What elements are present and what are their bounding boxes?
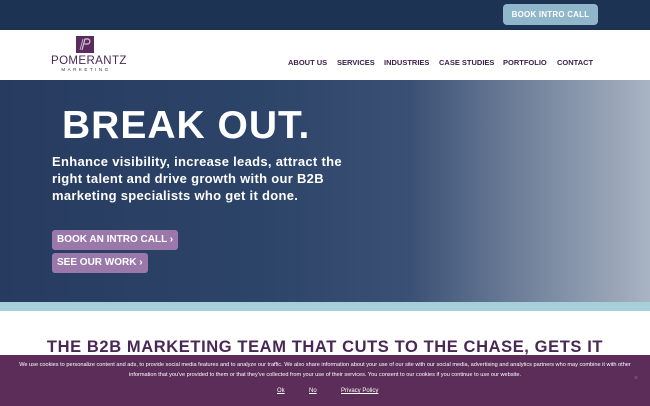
logo-tagline: MARKETING — [61, 67, 111, 72]
section-heading: THE B2B MARKETING TEAM THAT CUTS TO THE … — [46, 338, 604, 356]
chevron-right-icon: › — [169, 234, 174, 245]
book-intro-call-button[interactable]: BOOK INTRO CALL — [503, 4, 598, 25]
nav-item-industries[interactable]: INDUSTRIES — [384, 57, 429, 69]
book-an-intro-call-button[interactable]: BOOK AN INTRO CALL › — [52, 230, 179, 250]
hero-section: BREAK OUT. Enhance visibility, increase … — [0, 80, 650, 302]
cookie-notice-text: We use cookies to personalize content an… — [19, 362, 631, 378]
see-our-work-button[interactable]: SEE OUR WORK › — [52, 253, 148, 273]
chevron-right-icon: › — [139, 257, 143, 268]
nav-item-case-studies[interactable]: CASE STUDIES — [439, 57, 494, 69]
pomerantz-p-logo-icon — [76, 36, 94, 53]
site-header: POMERANTZ MARKETING ABOUT US SERVICES IN… — [0, 30, 650, 80]
hero-title: BREAK OUT. — [62, 104, 311, 147]
top-bar: BOOK INTRO CALL — [0, 0, 650, 30]
nav-item-about-us[interactable]: ABOUT US — [288, 57, 327, 69]
logo-name: POMERANTZ — [51, 55, 127, 67]
cookie-banner: We use cookies to personalize content an… — [0, 355, 650, 406]
button-label: SEE OUR WORK — [57, 257, 137, 268]
divider-band — [0, 302, 650, 311]
cookie-ok-button[interactable]: Ok — [277, 386, 285, 396]
cookie-no-button[interactable]: No — [309, 386, 317, 396]
privacy-policy-link[interactable]: Privacy Policy — [341, 386, 378, 396]
nav-item-portfolio[interactable]: PORTFOLIO — [503, 57, 547, 69]
nav-item-contact[interactable]: CONTACT — [557, 57, 593, 69]
button-label: BOOK AN INTRO CALL — [57, 234, 167, 245]
nav-item-services[interactable]: SERVICES — [337, 57, 375, 69]
hero-subtitle: Enhance visibility, increase leads, attr… — [52, 154, 342, 203]
close-icon[interactable]: × — [634, 374, 638, 384]
